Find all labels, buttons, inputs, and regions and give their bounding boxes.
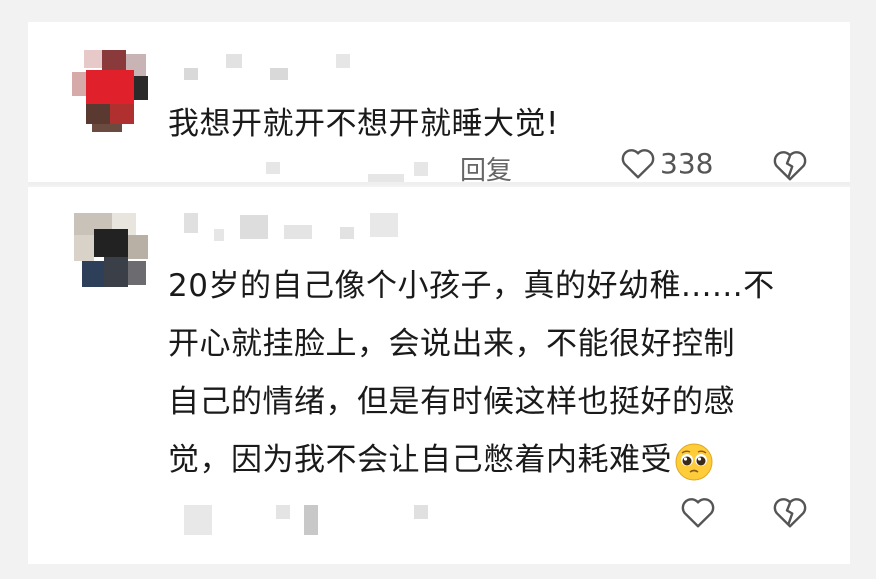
- comment-text: 我想开就开不想开就睡大觉!: [168, 106, 559, 142]
- like-count: 338: [660, 146, 714, 180]
- username-blurred: [284, 225, 312, 239]
- comment-line: 20岁的自己像个小孩子，真的好幼稚......不: [168, 268, 775, 304]
- comment-line: 觉，因为我不会让自己憋着内耗难受: [168, 431, 808, 489]
- heart-outline-icon: [680, 495, 716, 529]
- comment-meta-blurred: [276, 505, 290, 519]
- comment-line-text: 觉，因为我不会让自己憋着内耗难受: [168, 442, 672, 478]
- username-blurred: [214, 229, 224, 241]
- username-blurred: [340, 227, 354, 239]
- divider: [28, 182, 850, 185]
- comment-meta-blurred: [368, 174, 404, 182]
- dislike-button[interactable]: [772, 495, 808, 529]
- dislike-button[interactable]: [772, 148, 808, 182]
- username-blurred[interactable]: [184, 68, 198, 80]
- username-blurred: [370, 213, 398, 237]
- avatar[interactable]: [72, 50, 152, 132]
- comment-text: 20岁的自己像个小孩子，真的好幼稚......不 开心就挂脸上，会说出来，不能很…: [168, 257, 808, 489]
- broken-heart-icon: [772, 148, 808, 182]
- username-blurred: [240, 215, 268, 239]
- comment-line: 开心就挂脸上，会说出来，不能很好控制: [168, 326, 735, 362]
- username-blurred: [270, 68, 288, 80]
- comment-meta-blurred: [184, 505, 212, 535]
- comment-meta-blurred: [414, 162, 428, 176]
- comment-card: 我想开就开不想开就睡大觉! 回复 338: [28, 22, 850, 186]
- comment-meta-blurred: [266, 162, 280, 174]
- comment-line: 自己的情绪，但是有时候这样也挺好的感: [168, 384, 735, 420]
- comment-meta-blurred: [414, 505, 428, 519]
- pleading-face-emoji: [674, 442, 714, 482]
- username-blurred[interactable]: [184, 213, 198, 233]
- username-blurred: [226, 54, 242, 68]
- like-button[interactable]: [680, 495, 716, 529]
- username-blurred: [336, 54, 350, 68]
- comment-meta-blurred: [304, 505, 318, 535]
- comment-card: 20岁的自己像个小孩子，真的好幼稚......不 开心就挂脸上，会说出来，不能很…: [28, 187, 850, 564]
- broken-heart-icon: [772, 495, 808, 529]
- like-button[interactable]: 338: [620, 146, 713, 180]
- heart-outline-icon: [620, 146, 656, 180]
- avatar[interactable]: [74, 213, 150, 289]
